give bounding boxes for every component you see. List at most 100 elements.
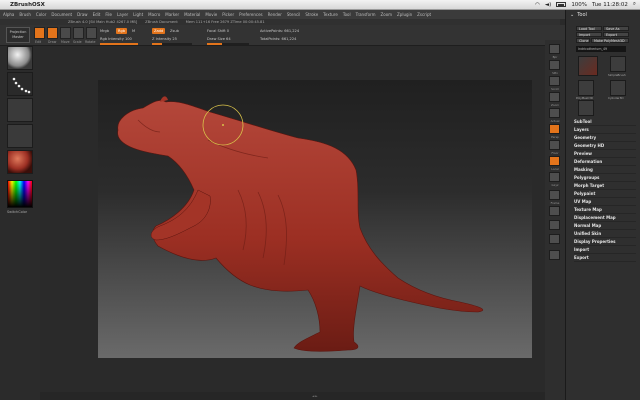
subpalette-import[interactable]: Import bbox=[574, 246, 636, 254]
subpalette-preview[interactable]: Preview bbox=[574, 150, 636, 158]
clone-button[interactable]: Clone bbox=[576, 38, 590, 43]
subpalette-masking[interactable]: Masking bbox=[574, 166, 636, 174]
menu-marker[interactable]: Marker bbox=[165, 12, 179, 17]
draw-size-track[interactable] bbox=[207, 43, 249, 45]
brush-thumbnail[interactable] bbox=[7, 46, 33, 70]
menu-alpha[interactable]: Alpha bbox=[3, 12, 14, 17]
polymesh3d-thumb[interactable] bbox=[578, 80, 594, 96]
import-button[interactable]: Import bbox=[576, 32, 602, 37]
subpalette-displacement-map[interactable]: Displacement Map bbox=[574, 214, 636, 222]
projection-master-button[interactable]: Projection Master bbox=[6, 27, 30, 43]
menu-render[interactable]: Render bbox=[268, 12, 282, 17]
scale-mode-icon[interactable] bbox=[73, 27, 84, 39]
menu-document[interactable]: Document bbox=[51, 12, 72, 17]
edit-mode-icon[interactable] bbox=[34, 27, 45, 39]
subpalette-polypaint[interactable]: Polypaint bbox=[574, 190, 636, 198]
subpalette-polygroups[interactable]: Polygroups bbox=[574, 174, 636, 182]
make-polymesh-button[interactable]: Make PolyMesh3D bbox=[591, 38, 629, 43]
menu-stencil[interactable]: Stencil bbox=[287, 12, 301, 17]
collapse-icon[interactable]: ⌄ bbox=[570, 12, 574, 18]
menu-transform[interactable]: Transform bbox=[356, 12, 376, 17]
menu-file[interactable]: File bbox=[105, 12, 112, 17]
menu-stroke[interactable]: Stroke bbox=[305, 12, 318, 17]
clock[interactable]: Tue 11:28:02 bbox=[592, 2, 628, 8]
scale-icon[interactable] bbox=[549, 220, 560, 230]
menu-tool[interactable]: Tool bbox=[343, 12, 351, 17]
subpalette-subtool[interactable]: SubTool bbox=[574, 118, 636, 126]
polyf-icon[interactable] bbox=[549, 250, 560, 260]
sculpt-model[interactable] bbox=[98, 80, 532, 358]
menu-light[interactable]: Light bbox=[133, 12, 143, 17]
battery-icon[interactable] bbox=[556, 2, 567, 7]
menu-draw[interactable]: Draw bbox=[77, 12, 87, 17]
gxyz-icon[interactable] bbox=[549, 172, 560, 182]
rgb-button[interactable]: Rgb bbox=[116, 28, 128, 34]
menu-zoom[interactable]: Zoom bbox=[381, 12, 393, 17]
load-tool-button[interactable]: Load Tool bbox=[576, 26, 602, 31]
volume-icon[interactable]: ◄) bbox=[545, 2, 551, 8]
material-thumbnail[interactable] bbox=[7, 150, 33, 174]
subpalette-texture-map[interactable]: Texture Map bbox=[574, 206, 636, 214]
subpalette-layers[interactable]: Layers bbox=[574, 126, 636, 134]
menu-movie[interactable]: Movie bbox=[205, 12, 217, 17]
floor-icon[interactable] bbox=[549, 140, 560, 150]
z-intensity-track[interactable] bbox=[152, 43, 192, 45]
menu-zplugin[interactable]: Zplugin bbox=[397, 12, 412, 17]
export-button[interactable]: Export bbox=[603, 32, 629, 37]
rotate-mode-icon[interactable] bbox=[86, 27, 97, 39]
menu-picker[interactable]: Picker bbox=[222, 12, 234, 17]
simplebrush-thumb[interactable] bbox=[610, 56, 626, 72]
menu-preferences[interactable]: Preferences bbox=[239, 12, 263, 17]
bottom-tray-handle[interactable]: ◄ ► bbox=[312, 394, 318, 398]
spheres-thumb[interactable] bbox=[578, 100, 594, 116]
move-mode-icon[interactable] bbox=[60, 27, 71, 39]
texture-thumbnail[interactable] bbox=[7, 124, 33, 148]
subpalette-normal-map[interactable]: Normal Map bbox=[574, 222, 636, 230]
color-picker[interactable] bbox=[7, 180, 33, 208]
rgb-intensity-slider[interactable]: Rgb Intensity 100 bbox=[100, 37, 132, 41]
menu-color[interactable]: Color bbox=[36, 12, 46, 17]
zoom-icon[interactable] bbox=[549, 92, 560, 102]
zsub-button[interactable]: Zsub bbox=[170, 29, 179, 33]
current-tool-name[interactable]: Indricotherium_49 bbox=[576, 46, 626, 52]
menu-zscript[interactable]: Zscript bbox=[417, 12, 431, 17]
current-tool-thumb[interactable] bbox=[578, 56, 598, 76]
draw-mode-icon[interactable] bbox=[47, 27, 58, 39]
subpalette-uv-map[interactable]: UV Map bbox=[574, 198, 636, 206]
canvas-viewport[interactable] bbox=[98, 80, 532, 358]
rgb-intensity-track[interactable] bbox=[100, 43, 138, 45]
spix-icon[interactable] bbox=[549, 60, 560, 70]
scroll-icon[interactable] bbox=[549, 76, 560, 86]
tool-palette-header[interactable]: ⌄ Tool bbox=[566, 10, 640, 20]
subpalette-export[interactable]: Export bbox=[574, 254, 636, 262]
menu-brush[interactable]: Brush bbox=[19, 12, 31, 17]
draw-size-slider[interactable]: Draw Size 64 bbox=[207, 37, 231, 41]
move-icon[interactable] bbox=[549, 206, 560, 216]
actual-icon[interactable] bbox=[549, 108, 560, 118]
zadd-button[interactable]: Zadd bbox=[152, 28, 166, 34]
local-icon[interactable] bbox=[549, 156, 560, 166]
focal-shift-slider[interactable]: Focal Shift 0 bbox=[207, 29, 229, 33]
app-name[interactable]: ZBrushOSX bbox=[10, 2, 45, 8]
subpalette-unified-skin[interactable]: Unified Skin bbox=[574, 230, 636, 238]
subpalette-geometry-hd[interactable]: Geometry HD bbox=[574, 142, 636, 150]
menu-edit[interactable]: Edit bbox=[93, 12, 101, 17]
save-as-button[interactable]: Save As bbox=[603, 26, 629, 31]
menu-material[interactable]: Material bbox=[184, 12, 200, 17]
rotate-icon[interactable] bbox=[549, 234, 560, 244]
m-button[interactable]: M bbox=[132, 29, 135, 33]
subpalette-display-properties[interactable]: Display Properties bbox=[574, 238, 636, 246]
persp-icon[interactable] bbox=[549, 124, 560, 134]
subpalette-morph-target[interactable]: Morph Target bbox=[574, 182, 636, 190]
cylinder3d-thumb[interactable] bbox=[610, 80, 626, 96]
menu-macro[interactable]: Macro bbox=[148, 12, 160, 17]
alpha-thumbnail[interactable] bbox=[7, 98, 33, 122]
wifi-icon[interactable]: ◠ bbox=[535, 2, 540, 8]
z-intensity-slider[interactable]: Z Intensity 25 bbox=[152, 37, 177, 41]
subpalette-geometry[interactable]: Geometry bbox=[574, 134, 636, 142]
stroke-thumbnail[interactable] bbox=[7, 72, 33, 96]
menu-layer[interactable]: Layer bbox=[117, 12, 128, 17]
subpalette-deformation[interactable]: Deformation bbox=[574, 158, 636, 166]
menu-texture[interactable]: Texture bbox=[323, 12, 338, 17]
switch-color-button[interactable]: SwitchColor bbox=[7, 210, 27, 214]
